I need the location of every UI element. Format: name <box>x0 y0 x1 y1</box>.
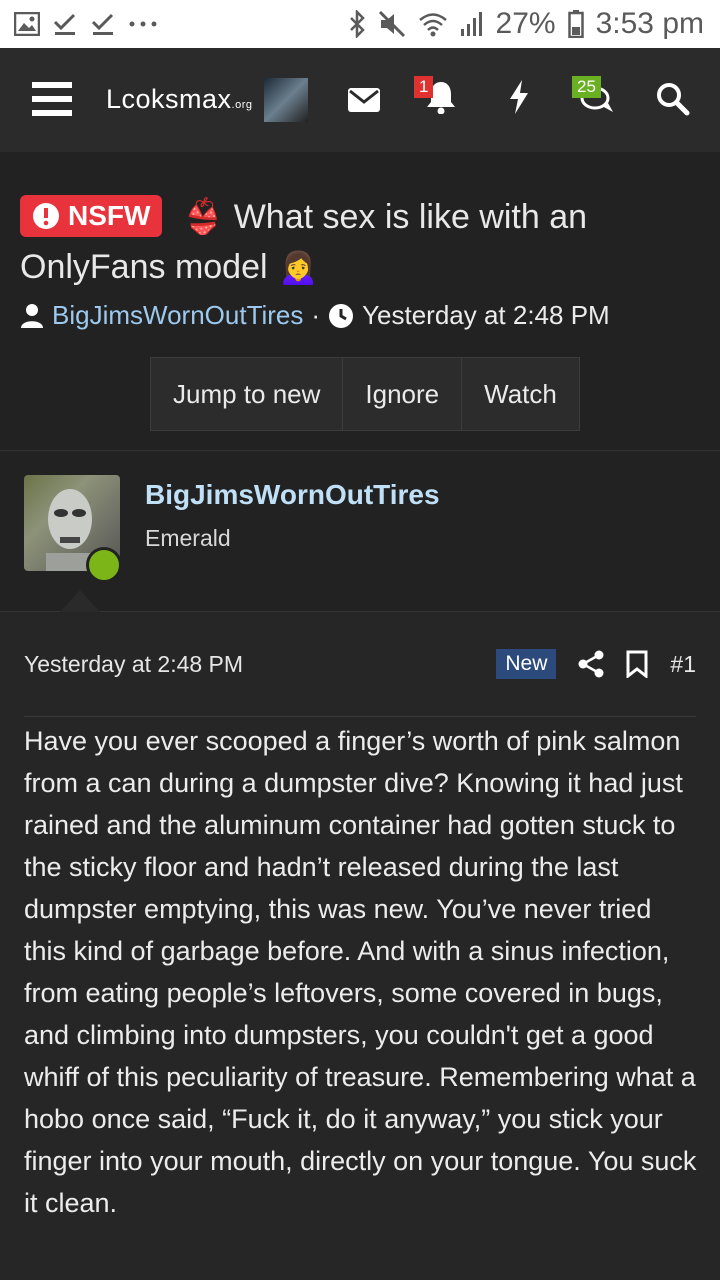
image-icon <box>14 12 40 36</box>
clock: 3:53 pm <box>595 7 704 40</box>
mute-icon <box>378 10 406 38</box>
wifi-icon <box>418 11 448 37</box>
top-navbar: Lcoksmax.org 1 25 <box>0 48 720 152</box>
watch-button[interactable]: Watch <box>462 358 579 430</box>
thread-header: NSFW 👙 What sex is like with an OnlyFans… <box>0 152 720 451</box>
thread-title: NSFW 👙 What sex is like with an OnlyFans… <box>20 192 710 292</box>
new-badge: New <box>496 649 557 679</box>
post-meta-bar: Yesterday at 2:48 PM New #1 <box>24 636 696 717</box>
menu-icon[interactable] <box>32 82 72 116</box>
post-number[interactable]: #1 <box>670 651 696 678</box>
post-actions: New #1 <box>496 649 696 679</box>
share-icon[interactable] <box>578 650 604 678</box>
more-icon <box>128 20 158 28</box>
post-container: Yesterday at 2:48 PM New #1 Have you eve… <box>0 612 720 1280</box>
nsfw-label: NSFW <box>68 200 151 232</box>
mail-icon[interactable] <box>348 88 380 112</box>
search-icon[interactable] <box>656 82 690 116</box>
site-logo[interactable]: Lcoksmax.org <box>106 84 253 115</box>
check-icon <box>90 11 116 37</box>
person-emoji: 🙍‍♀️ <box>277 248 320 286</box>
status-bar: 27% 3:53 pm <box>0 0 720 48</box>
signal-icon <box>460 11 484 37</box>
jump-to-new-button[interactable]: Jump to new <box>151 358 344 430</box>
thread-action-buttons: Jump to new Ignore Watch <box>150 357 580 431</box>
user-icon <box>20 303 44 329</box>
thread-meta: BigJimsWornOutTires · Yesterday at 2:48 … <box>20 300 610 331</box>
thread-date[interactable]: Yesterday at 2:48 PM <box>362 300 610 331</box>
meta-separator: · <box>311 300 321 330</box>
check-icon <box>52 11 78 37</box>
logo-text: Lcoksmax <box>106 84 232 114</box>
lightning-icon[interactable] <box>508 80 530 114</box>
bookmark-icon[interactable] <box>626 650 648 678</box>
thread-author-link[interactable]: BigJimsWornOutTires <box>52 300 303 331</box>
battery-percent: 27% <box>495 7 556 40</box>
ignore-button[interactable]: Ignore <box>343 358 463 430</box>
battery-icon <box>567 10 584 38</box>
user-avatar-icon[interactable] <box>264 78 308 122</box>
alert-icon <box>32 202 60 230</box>
logo-suffix: .org <box>231 99 253 111</box>
post-body-text: Have you ever scooped a finger’s worth o… <box>24 726 697 1218</box>
notifications-badge: 1 <box>414 76 434 98</box>
nsfw-prefix-badge[interactable]: NSFW <box>20 195 163 238</box>
post-user-block: BigJimsWornOutTires Emerald <box>0 451 720 612</box>
conversations-badge: 25 <box>572 76 601 98</box>
post-date[interactable]: Yesterday at 2:48 PM <box>24 651 243 678</box>
bra-emoji: 👙 <box>181 198 225 236</box>
bluetooth-icon <box>348 10 366 38</box>
post-username[interactable]: BigJimsWornOutTires <box>145 479 440 511</box>
user-rank: Emerald <box>145 525 231 551</box>
clock-icon <box>328 303 354 329</box>
post-pointer <box>60 590 100 612</box>
online-status-dot <box>86 547 122 583</box>
